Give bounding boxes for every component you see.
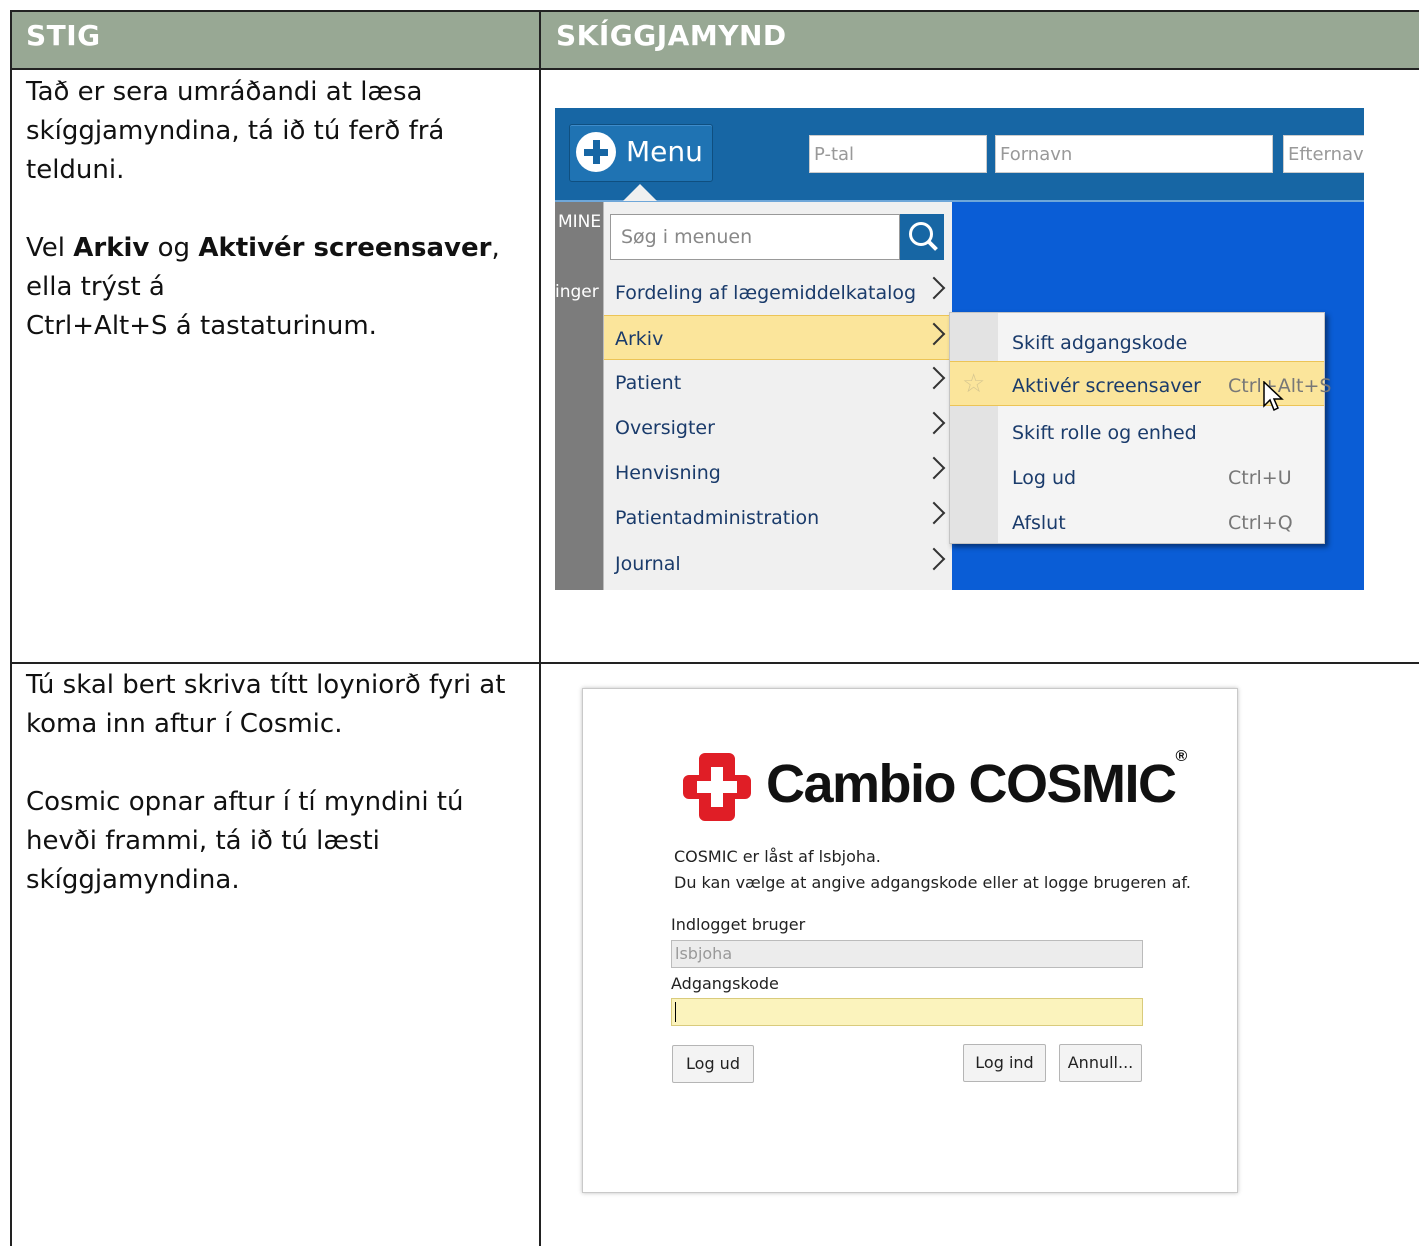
- user-label: Indlogget bruger: [671, 915, 806, 934]
- submenu-log-ud[interactable]: Log ud Ctrl+U: [950, 454, 1324, 499]
- menu-item-journal[interactable]: Journal: [604, 541, 952, 586]
- menu-item-patientadministration[interactable]: Patientadministration: [604, 495, 952, 540]
- annuller-button[interactable]: Annull...: [1059, 1044, 1142, 1082]
- table-header: STIG SKÍGGJAMYND: [10, 10, 1419, 70]
- ptal-field[interactable]: P-tal: [809, 135, 987, 173]
- submenu-skift-adgangskode[interactable]: Skift adgangskode: [950, 319, 1324, 364]
- left-strip: MINE inger: [555, 202, 603, 590]
- screenshot-lock-dialog: Cambio COSMIC® COSMIC er låst af lsbjoha…: [582, 688, 1238, 1193]
- chevron-right-icon: [922, 276, 946, 300]
- menu-button[interactable]: Menu: [569, 124, 713, 182]
- chevron-right-icon: [922, 411, 946, 435]
- table-border-left: [10, 10, 12, 1246]
- submenu-skift-rolle[interactable]: Skift rolle og enhed: [950, 409, 1324, 454]
- row2-para2: Cosmic opnar aftur í tí myndini tú hevði…: [26, 787, 464, 895]
- row1-para2: Vel Arkiv og Aktivér screensaver, ella t…: [26, 233, 500, 341]
- aktiver-bold: Aktivér screensaver: [198, 233, 492, 263]
- mouse-cursor-icon: [1263, 381, 1284, 412]
- menu-item-patient[interactable]: Patient: [604, 360, 952, 405]
- row1-text: Tað er sera umráðandi at læsa skíggjamyn…: [26, 73, 516, 346]
- chevron-right-icon: [922, 501, 946, 525]
- menu-dropdown: Søg i menuen Fordeling af lægemiddelkata…: [603, 202, 952, 590]
- password-label: Adgangskode: [671, 974, 779, 993]
- chevron-right-icon: [922, 547, 946, 571]
- efternavn-field[interactable]: Efternavn: [1283, 135, 1364, 173]
- brand-name: Cambio COSMIC®: [766, 748, 1188, 814]
- menu-item-fordeling[interactable]: Fordeling af lægemiddelkatalog: [604, 270, 952, 315]
- plus-icon: [576, 132, 616, 172]
- arkiv-bold: Arkiv: [73, 233, 150, 263]
- chevron-right-icon: [922, 456, 946, 480]
- star-icon: ☆: [962, 369, 986, 399]
- header-skiggjamynd: SKÍGGJAMYND: [556, 19, 787, 52]
- lock-message-2: Du kan vælge at angive adgangskode eller…: [674, 873, 1191, 892]
- table-column-divider: [539, 10, 541, 1246]
- row2-para1: Tú skal bert skriva títt loyniorð fyri a…: [26, 670, 506, 739]
- submenu-afslut[interactable]: Afslut Ctrl+Q: [950, 499, 1324, 544]
- menu-item-oversigter[interactable]: Oversigter: [604, 405, 952, 450]
- fornavn-field[interactable]: Fornavn: [995, 135, 1273, 173]
- password-field[interactable]: [671, 998, 1143, 1026]
- menu-item-arkiv[interactable]: Arkiv: [604, 315, 952, 360]
- cambio-cross-logo-icon: [683, 753, 751, 821]
- log-ud-button[interactable]: Log ud: [672, 1045, 754, 1083]
- header-stig: STIG: [26, 19, 101, 52]
- chevron-right-icon: [922, 366, 946, 390]
- row1-para1: Tað er sera umráðandi at læsa skíggjamyn…: [26, 77, 445, 185]
- chevron-right-icon: [922, 322, 946, 346]
- lock-message-1: COSMIC er låst af lsbjoha.: [674, 847, 881, 866]
- menu-item-henvisning[interactable]: Henvisning: [604, 450, 952, 495]
- screenshot-menu: Menu P-tal Fornavn Efternavn MINE inger …: [555, 108, 1364, 590]
- table-row-divider: [10, 662, 1419, 664]
- search-icon[interactable]: [900, 214, 944, 260]
- user-field: lsbjoha: [671, 940, 1143, 968]
- menu-search-input[interactable]: Søg i menuen: [610, 214, 900, 260]
- arkiv-submenu: Skift adgangskode ☆ Aktivér screensaver …: [949, 312, 1331, 544]
- row2-text: Tú skal bert skriva títt loyniorð fyri a…: [26, 666, 526, 900]
- log-ind-button[interactable]: Log ind: [963, 1044, 1046, 1082]
